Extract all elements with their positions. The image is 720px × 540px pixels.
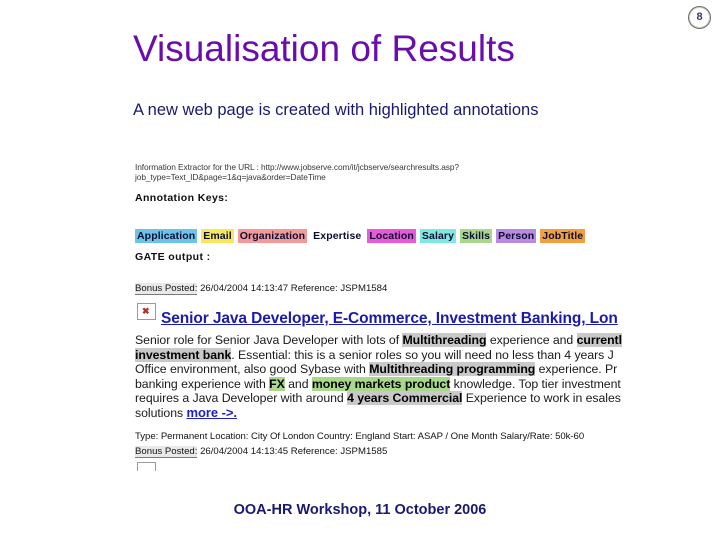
slide-number-badge: 8	[688, 6, 711, 29]
body-text: Experience to work in esales	[462, 391, 621, 406]
posting-header-2: Bonus Posted: 26/04/2004 14:13:45 Refere…	[135, 446, 388, 458]
body-text: banking experience with	[135, 376, 270, 391]
body-text: knowledge. Top tier investment	[450, 376, 621, 391]
annotation-highlight-green: FX	[269, 376, 285, 391]
job-meta-line: Type: Permanent Location: City Of London…	[135, 431, 585, 442]
body-text: experience and	[486, 333, 577, 347]
posted-label: Bonus Posted:	[135, 446, 198, 458]
body-text: requires a Java Developer with around	[135, 391, 348, 406]
broken-image-placeholder-1: ✖	[137, 303, 156, 320]
annotation-highlight-grey: 4 years Commercial	[347, 391, 463, 406]
job-headline-link[interactable]: Senior Java Developer, E-Commerce, Inves…	[161, 310, 618, 328]
extractor-url-line-1: Information Extractor for the URL : http…	[135, 162, 459, 172]
annotation-highlight-green: money markets product	[311, 376, 451, 391]
more-link[interactable]: more ->.	[186, 405, 237, 420]
body-text: . Essential: this is a senior roles so y…	[231, 347, 614, 362]
annotation-keys-list: Application Email Organization Expertise Loc…	[135, 227, 589, 245]
annotation-key-chip: Email	[201, 228, 234, 243]
page-title: Visualisation of Results	[133, 28, 515, 69]
annotation-highlight-grey: investment bank	[135, 347, 232, 362]
slide-footer: OOA-HR Workshop, 11 October 2006	[233, 502, 487, 518]
extractor-url-line-2: job_type=Text_ID&page=1&q=java&order=Dat…	[135, 172, 326, 182]
annotation-highlight-grey: Multithreading	[402, 333, 487, 347]
embedded-browser-screenshot: Information Extractor for the URL : http…	[133, 158, 641, 471]
annotation-highlight-grey: currentl	[576, 333, 622, 347]
annotation-key-chip: Skills	[460, 228, 493, 243]
annotation-highlight-grey: Multithreading programming	[369, 362, 536, 377]
annotation-key-chip: Application	[135, 228, 198, 243]
broken-image-placeholder-2	[137, 462, 156, 471]
body-text: Office environment, also good Sybase wit…	[135, 362, 370, 377]
annotation-key-chip: JobTitle	[540, 228, 586, 243]
body-text: and	[284, 376, 312, 391]
annotation-key-chip: Expertise	[311, 228, 364, 243]
body-text: experience. Pr	[535, 362, 618, 377]
body-text: solutions	[135, 405, 187, 420]
gate-output-label: GATE output :	[135, 251, 211, 263]
annotation-key-chip: Salary	[419, 228, 457, 243]
posted-details: 26/04/2004 14:13:45 Reference: JSPM1585	[197, 446, 388, 457]
posting-header-1: Bonus Posted: 26/04/2004 14:13:47 Refere…	[135, 283, 388, 295]
body-text: Senior role for Senior Java Developer wi…	[135, 333, 403, 347]
annotation-key-chip: Person	[496, 228, 537, 243]
annotation-key-chip: Location	[367, 228, 416, 243]
job-description-body: Senior role for Senior Java Developer wi…	[135, 333, 641, 421]
annotation-keys-label: Annotation Keys:	[135, 192, 229, 204]
close-icon: ✖	[142, 306, 150, 316]
posted-details: 26/04/2004 14:13:47 Reference: JSPM1584	[197, 283, 388, 294]
slide-subtitle: A new web page is created with highlight…	[133, 101, 539, 119]
annotation-key-chip: Organization	[237, 228, 308, 243]
posted-label: Bonus Posted:	[135, 283, 198, 295]
